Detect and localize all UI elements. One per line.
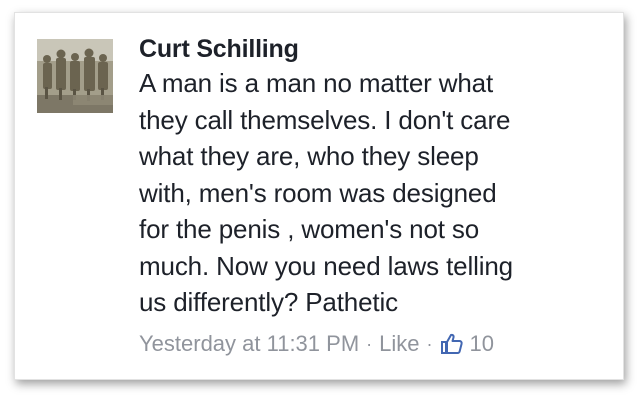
separator: · — [366, 333, 373, 354]
comment-body: Curt Schilling A man is a man no matter … — [139, 33, 609, 321]
like-link[interactable]: Like — [379, 331, 419, 357]
comment-text: A man is a man no matter what they call … — [139, 68, 513, 317]
avatar-photo — [37, 39, 113, 113]
author-name[interactable]: Curt Schilling — [139, 33, 609, 65]
avatar[interactable] — [37, 39, 113, 113]
comment-meta: Yesterday at 11:31 PM · Like · 10 — [139, 329, 494, 359]
separator: · — [426, 333, 433, 354]
like-count[interactable]: 10 — [470, 331, 494, 357]
thumbs-up-icon[interactable] — [440, 332, 464, 356]
comment-card: Curt Schilling A man is a man no matter … — [14, 12, 624, 380]
timestamp[interactable]: Yesterday at 11:31 PM — [139, 331, 359, 357]
